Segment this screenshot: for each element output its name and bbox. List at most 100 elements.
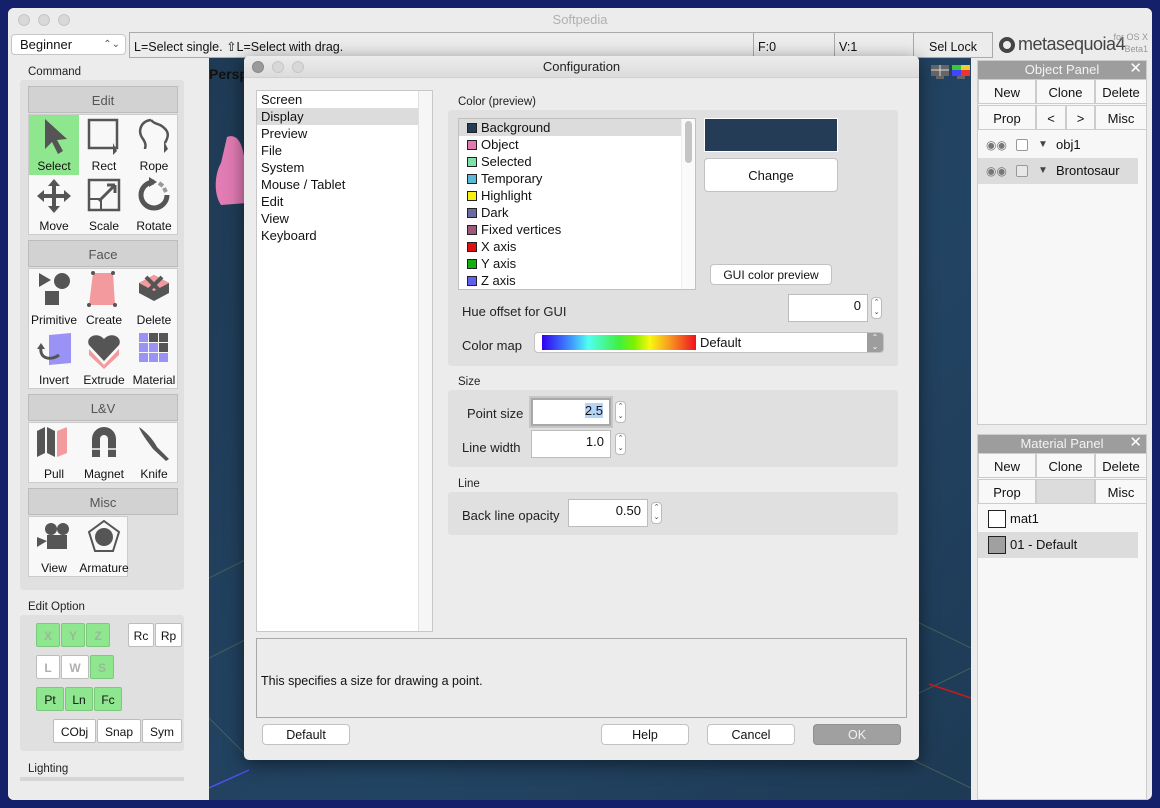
line-width-stepper[interactable]: ⌃ ⌄	[615, 433, 626, 455]
object-prop-button[interactable]: Prop	[978, 105, 1036, 130]
tool-select[interactable]: Select	[29, 115, 79, 175]
back-line-opacity-input[interactable]: 0.50	[568, 499, 648, 527]
point-size-input[interactable]: 2.5	[531, 398, 611, 426]
category-screen[interactable]: Screen	[257, 91, 432, 108]
color-map-select[interactable]: Default ⌃ ⌄	[534, 332, 884, 353]
object-prev-button[interactable]: <	[1036, 105, 1066, 130]
tool-material[interactable]: Material	[129, 329, 179, 389]
material-row-selected[interactable]: 01 - Default	[978, 532, 1138, 558]
screen-toggle[interactable]: S	[90, 655, 114, 679]
help-button[interactable]: Help	[601, 724, 689, 745]
color-item[interactable]: Y axis	[459, 255, 695, 272]
tool-rect[interactable]: Rect	[79, 115, 129, 175]
tool-knife[interactable]: Knife	[129, 423, 179, 483]
category-mouse-tablet[interactable]: Mouse / Tablet	[257, 176, 432, 193]
category-display[interactable]: Display	[257, 108, 432, 125]
lock-checkbox[interactable]	[1016, 165, 1028, 177]
lock-checkbox[interactable]	[1016, 139, 1028, 151]
line-width-input[interactable]: 1.0	[531, 430, 611, 458]
close-window-button[interactable]	[18, 14, 30, 26]
category-edit[interactable]: Edit	[257, 193, 432, 210]
tool-extrude[interactable]: Extrude	[79, 329, 129, 389]
axis-z-toggle[interactable]: Z	[86, 623, 110, 647]
visibility-eyes-icon[interactable]: ◉◉	[986, 132, 1007, 158]
tool-invert[interactable]: Invert	[29, 329, 79, 389]
category-scrollbar[interactable]	[418, 91, 432, 631]
back-line-opacity-stepper[interactable]: ⌃ ⌄	[651, 502, 662, 524]
object-clone-button[interactable]: Clone	[1036, 79, 1095, 104]
expand-triangle-icon[interactable]: ▼	[1038, 132, 1048, 158]
hue-offset-stepper[interactable]: ⌃ ⌄	[871, 297, 882, 319]
cobj-button[interactable]: CObj	[53, 719, 96, 743]
face-toggle[interactable]: Fc	[94, 687, 122, 711]
zoom-window-button[interactable]	[58, 14, 70, 26]
point-toggle[interactable]: Pt	[36, 687, 64, 711]
rp-button[interactable]: Rp	[155, 623, 182, 647]
tool-rotate[interactable]: Rotate	[129, 175, 179, 235]
color-item[interactable]: Z axis	[459, 272, 695, 289]
close-icon[interactable]: ✕	[1129, 60, 1142, 78]
hue-offset-input[interactable]: 0	[788, 294, 868, 322]
line-toggle[interactable]: Ln	[65, 687, 93, 711]
color-list-scrollbar[interactable]	[681, 119, 695, 289]
axis-y-toggle[interactable]: Y	[61, 623, 85, 647]
tool-view[interactable]: View	[29, 517, 79, 577]
category-system[interactable]: System	[257, 159, 432, 176]
tool-rope[interactable]: Rope	[129, 115, 179, 175]
tool-delete[interactable]: Delete	[129, 269, 179, 329]
visibility-eyes-icon[interactable]: ◉◉	[986, 158, 1007, 184]
viewport-layout-icon[interactable]	[930, 64, 974, 80]
color-item[interactable]: Selected	[459, 153, 695, 170]
material-misc-button[interactable]: Misc	[1095, 479, 1147, 504]
tool-create[interactable]: Create	[79, 269, 129, 329]
category-file[interactable]: File	[257, 142, 432, 159]
gui-color-preview-button[interactable]: GUI color preview	[710, 264, 832, 285]
rc-button[interactable]: Rc	[128, 623, 154, 647]
color-item[interactable]: Highlight	[459, 187, 695, 204]
color-item[interactable]: Temporary	[459, 170, 695, 187]
snap-button[interactable]: Snap	[97, 719, 141, 743]
material-new-button[interactable]: New	[978, 453, 1036, 478]
close-icon[interactable]: ✕	[1129, 434, 1142, 452]
local-toggle[interactable]: L	[36, 655, 60, 679]
tool-scale[interactable]: Scale	[79, 175, 129, 235]
minimize-window-button[interactable]	[38, 14, 50, 26]
color-item[interactable]: Fixed vertices	[459, 221, 695, 238]
material-delete-button[interactable]: Delete	[1095, 453, 1147, 478]
tool-armature[interactable]: Armature	[79, 517, 129, 577]
material-row[interactable]: mat1	[978, 506, 1138, 532]
color-item[interactable]: Object	[459, 136, 695, 153]
tool-magnet[interactable]: Magnet	[79, 423, 129, 483]
color-item[interactable]: Dark	[459, 204, 695, 221]
tool-move[interactable]: Move	[29, 175, 79, 235]
material-prop-button[interactable]: Prop	[978, 479, 1036, 504]
category-preview[interactable]: Preview	[257, 125, 432, 142]
object-row[interactable]: ◉◉ ▼ obj1	[978, 132, 1138, 158]
scroll-thumb[interactable]	[685, 121, 692, 163]
material-clone-button[interactable]: Clone	[1036, 453, 1095, 478]
dialog-zoom-button[interactable]	[292, 61, 304, 73]
world-toggle[interactable]: W	[61, 655, 89, 679]
mode-select[interactable]: Beginner ⌃⌄	[11, 34, 126, 55]
tool-pull[interactable]: Pull	[29, 423, 79, 483]
cancel-button[interactable]: Cancel	[707, 724, 795, 745]
sym-button[interactable]: Sym	[142, 719, 182, 743]
dialog-minimize-button[interactable]	[272, 61, 284, 73]
category-view[interactable]: View	[257, 210, 432, 227]
category-keyboard[interactable]: Keyboard	[257, 227, 432, 244]
point-size-stepper[interactable]: ⌃ ⌄	[615, 401, 626, 423]
object-delete-button[interactable]: Delete	[1095, 79, 1147, 104]
object-new-button[interactable]: New	[978, 79, 1036, 104]
expand-triangle-icon[interactable]: ▼	[1038, 158, 1048, 184]
object-misc-button[interactable]: Misc	[1095, 105, 1147, 130]
color-item[interactable]: Background	[459, 119, 695, 136]
object-row-selected[interactable]: ◉◉ ▼ Brontosaur	[978, 158, 1138, 184]
sel-lock-button[interactable]: Sel Lock	[913, 32, 993, 58]
object-next-button[interactable]: >	[1066, 105, 1095, 130]
color-item[interactable]: X axis	[459, 238, 695, 255]
change-color-button[interactable]: Change	[704, 158, 838, 192]
axis-x-toggle[interactable]: X	[36, 623, 60, 647]
tool-primitive[interactable]: Primitive	[29, 269, 79, 329]
ok-button[interactable]: OK	[813, 724, 901, 745]
default-button[interactable]: Default	[262, 724, 350, 745]
